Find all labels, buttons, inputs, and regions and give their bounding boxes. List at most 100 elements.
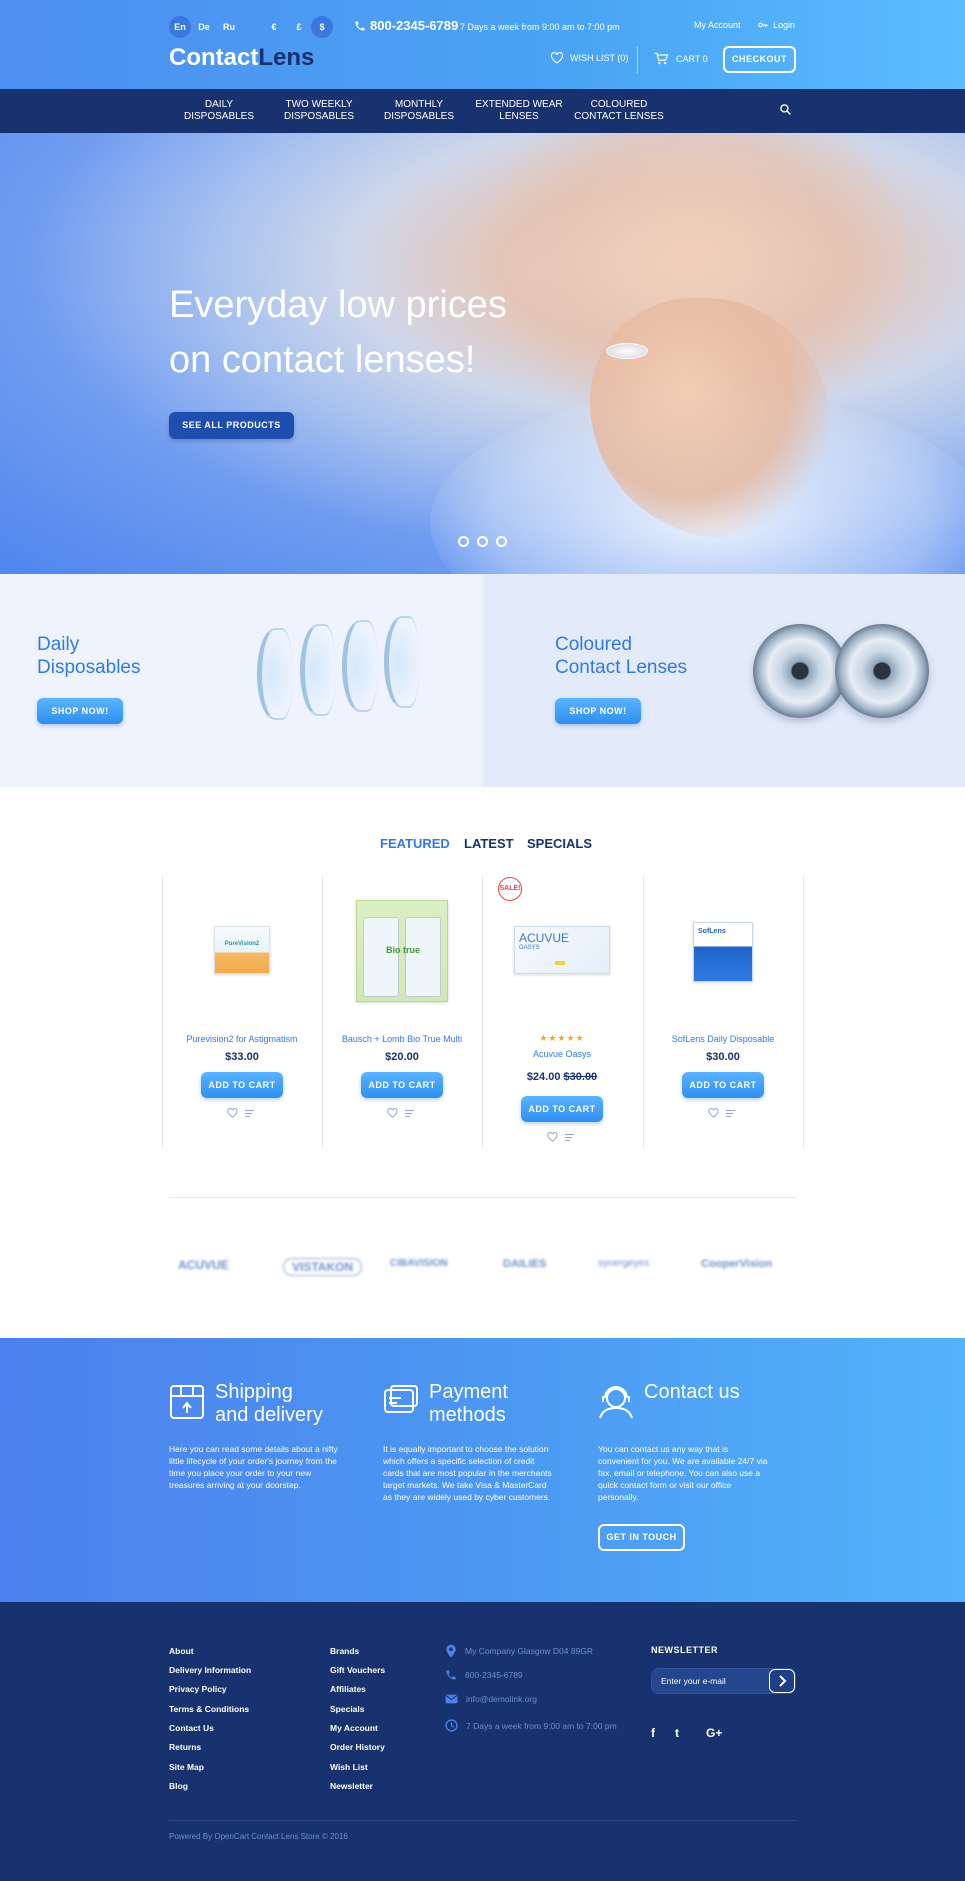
brand-logo-acuvue[interactable]: ACUVUE (178, 1258, 229, 1272)
cart-link[interactable]: CART 0 (654, 52, 708, 65)
wishlist-heart-icon[interactable] (708, 1108, 719, 1118)
nav-extended-wear-lenses[interactable]: EXTENDED WEAR LENSES (464, 99, 574, 123)
slider-dot-2[interactable] (477, 536, 488, 547)
slider-dot-1[interactable] (458, 536, 469, 547)
footer-link-blog[interactable]: Blog (169, 1781, 188, 1791)
tab-latest[interactable]: LATEST (464, 836, 514, 851)
info-text-shipping: Here you can read some details about a n… (169, 1444, 338, 1490)
shop-now-button[interactable]: SHOP NOW! (37, 698, 123, 724)
credit-card-icon (384, 1385, 418, 1413)
facebook-icon[interactable]: f (651, 1726, 655, 1740)
headset-icon (599, 1386, 633, 1419)
login-label: Login (773, 20, 796, 30)
language-de[interactable]: De (193, 16, 215, 38)
product-image-label: Bio true (385, 945, 420, 955)
lens-image (384, 616, 420, 708)
get-in-touch-button[interactable]: GET IN TOUCH (598, 1524, 685, 1551)
search-button[interactable] (779, 103, 792, 121)
rating-stars: ★★★★★ (539, 1033, 585, 1043)
footer-link-returns[interactable]: Returns (169, 1742, 201, 1752)
compare-icon[interactable] (404, 1109, 415, 1118)
footer-link-brands[interactable]: Brands (330, 1646, 359, 1656)
footer-link-wish-list[interactable]: Wish List (330, 1762, 368, 1772)
nav-monthly-disposables[interactable]: MONTHLY DISPOSABLES (364, 99, 474, 123)
tab-specials[interactable]: SPECIALS (527, 836, 592, 851)
info-title-contact: Contact us (644, 1381, 740, 1403)
currency-eur[interactable]: € (263, 16, 285, 38)
promo-coloured-contact-lenses[interactable]: Coloured Contact Lenses SHOP NOW! (483, 574, 965, 787)
footer-address: My Company Glasgow D04 89GR (445, 1644, 593, 1658)
product-image-sublabel: OASYS (519, 945, 540, 951)
footer-link-my-account[interactable]: My Account (330, 1723, 378, 1733)
product-image-label: ACUVUE (519, 931, 570, 945)
my-account-link[interactable]: My Account (694, 20, 741, 30)
product-image[interactable]: PureVision2 (214, 926, 270, 974)
language-ru[interactable]: Ru (218, 16, 240, 38)
logo[interactable]: ContactLens (169, 44, 314, 72)
brand-logo-coopervision[interactable]: CooperVision (701, 1258, 772, 1270)
location-pin-icon (446, 1644, 456, 1658)
lens-image (300, 624, 336, 716)
footer-link-gift-vouchers[interactable]: Gift Vouchers (330, 1665, 385, 1675)
checkout-button[interactable]: CHECKOUT (723, 46, 796, 73)
product-image[interactable]: SofLens (693, 922, 753, 982)
add-to-cart-button[interactable]: ADD TO CART (682, 1072, 764, 1098)
currency-usd[interactable]: $ (311, 16, 333, 38)
nav-two-weekly-disposables[interactable]: TWO WEEKLY DISPOSABLES (264, 99, 374, 123)
product-image[interactable]: Bio true (356, 900, 448, 1002)
google-plus-icon[interactable]: G+ (706, 1726, 722, 1740)
footer-link-specials[interactable]: Specials (330, 1704, 365, 1714)
footer-link-affiliates[interactable]: Affiliates (330, 1684, 366, 1694)
footer-link-delivery[interactable]: Delivery Information (169, 1665, 251, 1675)
header-phone: 800-2345-6789 (354, 18, 458, 33)
slider-dot-3[interactable] (496, 536, 507, 547)
nav-daily-disposables[interactable]: DAILY DISPOSABLES (164, 99, 274, 123)
shop-now-button[interactable]: SHOP NOW! (555, 698, 641, 724)
currency-gbp[interactable]: £ (288, 16, 310, 38)
newsletter-submit-button[interactable] (769, 1669, 795, 1693)
info-title-shipping: Shipping and delivery (215, 1381, 323, 1426)
footer-link-privacy[interactable]: Privacy Policy (169, 1684, 227, 1694)
product-name[interactable]: Bausch + Lomb Bio True Multi (322, 1034, 482, 1044)
login-link[interactable]: Login (758, 20, 795, 30)
wishlist-heart-icon[interactable] (387, 1108, 398, 1118)
brand-logo-dailies[interactable]: DAILIES (503, 1258, 546, 1270)
language-en[interactable]: En (169, 16, 191, 38)
info-title-payment: Payment methods (429, 1381, 508, 1426)
product-name[interactable]: Purevision2 for Astigmatism (162, 1034, 322, 1044)
wishlist-heart-icon[interactable] (547, 1132, 558, 1142)
footer-email[interactable]: info@demolink.org (445, 1694, 537, 1704)
wishlist-heart-icon[interactable] (227, 1108, 238, 1118)
product-name[interactable]: SofLens Daily Disposable (643, 1034, 803, 1044)
add-to-cart-button[interactable]: ADD TO CART (201, 1072, 283, 1098)
footer-link-contact[interactable]: Contact Us (169, 1723, 214, 1733)
product-image[interactable]: ACUVUE OASYS (514, 926, 610, 974)
footer-link-sitemap[interactable]: Site Map (169, 1762, 204, 1772)
footer-link-terms[interactable]: Terms & Conditions (169, 1704, 249, 1714)
phone-icon (446, 1670, 456, 1680)
brand-logo-synergeyes[interactable]: synergeyes (598, 1258, 649, 1269)
wishlist-link[interactable]: WISH LIST (0) (550, 52, 628, 64)
brand-logo-vistakon[interactable]: VISTAKON (283, 1258, 363, 1276)
product-name[interactable]: Acuvue Oasys (482, 1049, 642, 1059)
info-text-payment: It is equally important to choose the so… (383, 1444, 552, 1502)
footer-link-order-history[interactable]: Order History (330, 1742, 385, 1752)
promo-daily-disposables[interactable]: Daily Disposables SHOP NOW! (0, 574, 483, 787)
compare-icon[interactable] (564, 1133, 575, 1142)
add-to-cart-button[interactable]: ADD TO CART (361, 1072, 443, 1098)
footer-link-newsletter[interactable]: Newsletter (330, 1781, 373, 1791)
product-image-label: SofLens (698, 928, 726, 935)
section-divider (169, 1197, 796, 1198)
nav-coloured-contact-lenses[interactable]: COLOURED CONTACT LENSES (564, 99, 674, 123)
brand-logo-cibavision[interactable]: CIBAVISION (390, 1258, 448, 1269)
compare-icon[interactable] (244, 1109, 255, 1118)
footer-link-about[interactable]: About (169, 1646, 194, 1656)
tab-featured[interactable]: FEATURED (380, 836, 450, 851)
header: En De Ru € £ $ 800-2345-6789 7 Days a we… (0, 0, 965, 89)
wishlist-label: WISH LIST (0) (570, 53, 629, 63)
twitter-icon[interactable]: t (675, 1726, 679, 1740)
add-to-cart-button[interactable]: ADD TO CART (521, 1096, 603, 1122)
compare-icon[interactable] (725, 1109, 736, 1118)
hero-banner: Everyday low prices on contact lenses! S… (0, 133, 965, 574)
see-all-products-button[interactable]: SEE ALL PRODUCTS (169, 412, 294, 439)
